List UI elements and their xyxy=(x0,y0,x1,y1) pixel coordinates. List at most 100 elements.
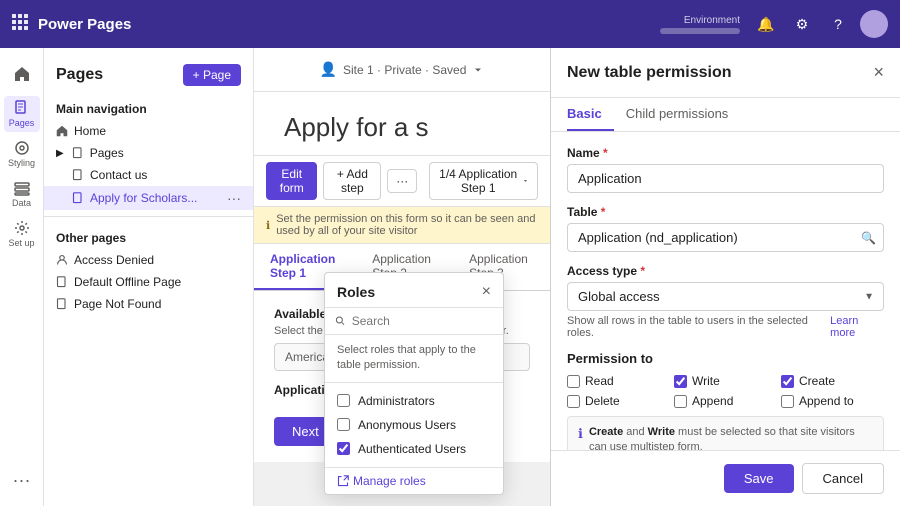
table-select-wrapper: 🔍 xyxy=(567,223,884,252)
settings-button[interactable]: ⚙ xyxy=(788,10,816,38)
roles-footer: Manage roles xyxy=(325,467,503,494)
name-label: Name * xyxy=(567,146,884,160)
environment-section: Environment xyxy=(660,15,740,34)
panel-close-button[interactable]: × xyxy=(873,62,884,83)
perm-note-text: Create and Write must be selected so tha… xyxy=(589,425,873,450)
write-checkbox[interactable] xyxy=(674,375,687,388)
roles-item-anon[interactable]: Anonymous Users xyxy=(325,413,503,437)
sidebar-item-access-denied[interactable]: Access Denied xyxy=(44,249,253,271)
perm-append-to[interactable]: Append to xyxy=(781,394,884,408)
search-icon: 🔍 xyxy=(861,231,876,245)
create-checkbox[interactable] xyxy=(781,375,794,388)
roles-modal-header: Roles × xyxy=(325,273,503,308)
more-options-button[interactable]: ··· xyxy=(387,169,417,193)
home-icon xyxy=(56,125,68,137)
perm-delete[interactable]: Delete xyxy=(567,394,670,408)
roles-modal-desc: Select roles that apply to the table per… xyxy=(325,335,503,383)
notifications-button[interactable]: 🔔 xyxy=(752,10,780,38)
external-link-icon xyxy=(337,475,349,487)
add-step-button[interactable]: + Add step xyxy=(323,162,381,200)
append-to-label: Append to xyxy=(799,394,854,408)
notfound-page-icon xyxy=(56,298,68,310)
add-page-button[interactable]: + Page xyxy=(183,64,241,86)
append-label: Append xyxy=(692,394,733,408)
rail-item-styling[interactable]: Styling xyxy=(4,136,40,172)
perm-append[interactable]: Append xyxy=(674,394,777,408)
page-icon xyxy=(72,147,84,159)
rail-item-pages[interactable]: Pages xyxy=(4,96,40,132)
sidebar-contact-label: Contact us xyxy=(90,168,241,182)
auth-checkbox[interactable] xyxy=(337,442,350,455)
table-field-group: Table * 🔍 xyxy=(567,205,884,252)
rail-item-data[interactable]: Data xyxy=(4,176,40,212)
chevron-down-icon xyxy=(522,176,529,186)
roles-search-area xyxy=(325,308,503,335)
sidebar-access-label: Access Denied xyxy=(74,253,241,267)
read-label: Read xyxy=(585,374,614,388)
edit-form-button[interactable]: Edit form xyxy=(266,162,317,200)
sidebar-notfound-label: Page Not Found xyxy=(74,297,241,311)
chevron-right-icon: ▶ xyxy=(56,148,64,159)
sidebar-item-home[interactable]: Home xyxy=(44,120,253,142)
environment-bar xyxy=(660,28,740,34)
admin-label: Administrators xyxy=(358,394,435,408)
perm-create[interactable]: Create xyxy=(781,374,884,388)
read-checkbox[interactable] xyxy=(567,375,580,388)
admin-checkbox[interactable] xyxy=(337,394,350,407)
append-to-checkbox[interactable] xyxy=(781,395,794,408)
avatar[interactable] xyxy=(860,10,888,38)
roles-item-admin[interactable]: Administrators xyxy=(325,389,503,413)
sidebar-pages-label: Pages xyxy=(90,146,241,160)
delete-label: Delete xyxy=(585,394,620,408)
info-bar: ℹ Set the permission on this form so it … xyxy=(254,207,550,244)
grid-icon[interactable] xyxy=(12,14,28,35)
offline-page-icon xyxy=(56,276,68,288)
step-selector-button[interactable]: 1/4 Application Step 1 xyxy=(429,162,538,200)
sidebar-item-contact[interactable]: Contact us xyxy=(44,164,253,186)
permission-to-section: Permission to Read Write Create xyxy=(567,351,884,450)
perm-write[interactable]: Write xyxy=(674,374,777,388)
access-type-field-group: Access type * Global access Contact Acco… xyxy=(567,264,884,339)
manage-roles-link[interactable]: Manage roles xyxy=(337,474,491,488)
perm-read[interactable]: Read xyxy=(567,374,670,388)
sidebar: Pages + Page Main navigation Home ▶ Page… xyxy=(44,48,254,506)
rail-styling-label: Styling xyxy=(8,158,35,168)
rail-setup-label: Set up xyxy=(8,238,34,248)
panel-body: Name * Table * 🔍 Access type * xyxy=(551,132,900,450)
panel-tab-basic[interactable]: Basic xyxy=(567,98,614,131)
name-field-group: Name * xyxy=(567,146,884,193)
panel-tab-child[interactable]: Child permissions xyxy=(626,98,741,131)
sidebar-item-apply[interactable]: Apply for Scholars... ··· xyxy=(44,186,253,210)
more-icon[interactable]: ··· xyxy=(227,190,241,206)
append-checkbox[interactable] xyxy=(674,395,687,408)
learn-more-link[interactable]: Learn more xyxy=(830,315,884,339)
step-label: 1/4 Application Step 1 xyxy=(438,167,518,195)
roles-overlay: Roles × Select roles that apply to the t… xyxy=(324,272,504,495)
roles-search-input[interactable] xyxy=(352,314,493,328)
anon-checkbox[interactable] xyxy=(337,418,350,431)
access-type-label: Access type * xyxy=(567,264,884,278)
sidebar-item-offline[interactable]: Default Offline Page xyxy=(44,271,253,293)
app-title: Power Pages xyxy=(38,16,660,33)
access-type-wrapper: Global access Contact Account Self ▼ xyxy=(567,282,884,311)
roles-modal-close[interactable]: × xyxy=(482,283,491,301)
rail-more-button[interactable]: ··· xyxy=(4,462,40,498)
cancel-button[interactable]: Cancel xyxy=(802,463,884,494)
site-icon: 👤 xyxy=(320,61,337,78)
roles-item-auth[interactable]: Authenticated Users xyxy=(325,437,503,461)
search-icon xyxy=(335,315,346,327)
rail-item-setup[interactable]: Set up xyxy=(4,216,40,252)
rail-item-home[interactable] xyxy=(4,56,40,92)
create-label: Create xyxy=(799,374,835,388)
access-type-select[interactable]: Global access Contact Account Self xyxy=(567,282,884,311)
table-input[interactable] xyxy=(567,223,884,252)
sidebar-item-pages[interactable]: ▶ Pages xyxy=(44,142,253,164)
page-icon xyxy=(72,169,84,181)
sidebar-item-notfound[interactable]: Page Not Found xyxy=(44,293,253,315)
name-input[interactable] xyxy=(567,164,884,193)
chevron-down-icon[interactable] xyxy=(472,64,484,76)
table-label: Table * xyxy=(567,205,884,219)
help-button[interactable]: ? xyxy=(824,10,852,38)
delete-checkbox[interactable] xyxy=(567,395,580,408)
save-button[interactable]: Save xyxy=(724,464,794,493)
